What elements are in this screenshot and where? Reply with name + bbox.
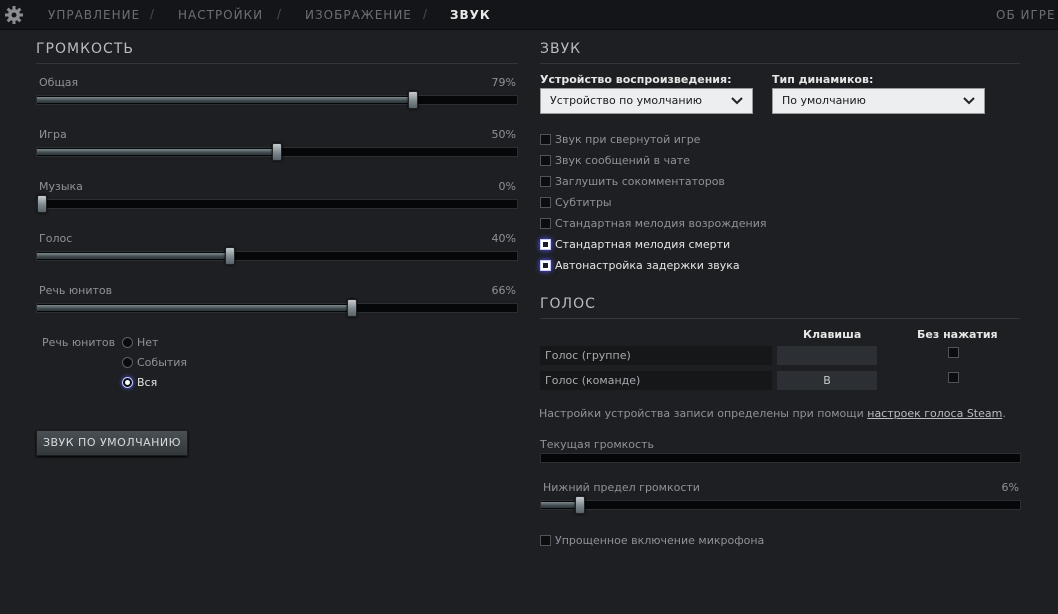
radio-none[interactable] — [122, 337, 133, 348]
chat-sound-checkbox[interactable] — [540, 155, 551, 166]
voice-team-no-press-checkbox[interactable] — [948, 372, 959, 383]
voice-volume-slider[interactable] — [36, 247, 518, 265]
game-volume-knob[interactable] — [272, 143, 282, 161]
radio-all[interactable] — [122, 377, 133, 388]
subtitles-label[interactable]: Субтитры — [555, 196, 612, 209]
music-volume-knob[interactable] — [37, 195, 47, 213]
top-nav-bar: УПРАВЛЕНИЕ / НАСТРОЙКИ / ИЗОБРАЖЕНИЕ / З… — [0, 0, 1058, 30]
threshold-knob[interactable] — [575, 496, 585, 514]
playback-device-select[interactable]: Устройство по умолчанию — [540, 88, 753, 114]
threshold-fill — [541, 502, 579, 508]
playback-device-label: Устройство воспроизведения: — [540, 73, 732, 86]
threshold-slider[interactable] — [540, 496, 1021, 514]
master-volume-slider[interactable] — [36, 91, 518, 109]
default-sound-button[interactable]: ЗВУК ПО УМОЛЧАНИЮ — [36, 430, 188, 456]
voice-section-title: ГОЛОС — [540, 296, 596, 312]
speaker-type-value: По умолчанию — [782, 94, 866, 107]
master-volume-label: Общая — [39, 76, 79, 89]
voice-volume-label: Голос — [39, 232, 73, 245]
key-column-header: Клавиша — [803, 328, 862, 341]
default-death-melody-label[interactable]: Стандартная мелодия смерти — [555, 238, 730, 251]
voice-team-row: Голос (команде) — [540, 371, 772, 390]
unit-speech-volume-value: 66% — [491, 284, 516, 297]
music-volume-slider[interactable] — [36, 195, 518, 213]
voice-party-row: Голос (группе) — [540, 346, 772, 365]
no-press-column-header: Без нажатия — [917, 328, 998, 341]
minimized-sound-label[interactable]: Звук при свернутой игре — [555, 133, 700, 146]
voice-team-key[interactable]: B — [777, 371, 877, 390]
tab-video[interactable]: ИЗОБРАЖЕНИЕ — [305, 8, 412, 22]
unit-speech-volume-slider[interactable] — [36, 299, 518, 317]
threshold-label: Нижний предел громкости — [543, 481, 700, 494]
radio-none-label[interactable]: Нет — [137, 336, 158, 349]
nav-separator: / — [277, 7, 282, 21]
about-game-link[interactable]: ОБ ИГРЕ — [996, 8, 1056, 22]
radio-all-label[interactable]: Вся — [137, 376, 157, 389]
voice-party-no-press-checkbox[interactable] — [948, 347, 959, 358]
voice-party-key[interactable] — [777, 346, 877, 365]
nav-separator: / — [423, 7, 428, 21]
default-respawn-melody-label[interactable]: Стандартная мелодия возрождения — [555, 217, 767, 230]
record-device-end: . — [1002, 407, 1006, 420]
game-volume-value: 50% — [491, 128, 516, 141]
record-device-text: Настройки устройства записи определены п… — [539, 407, 868, 420]
master-volume-value: 79% — [491, 76, 516, 89]
minimized-sound-checkbox[interactable] — [540, 134, 551, 145]
radio-events[interactable] — [122, 357, 133, 368]
auto-audio-delay-label[interactable]: Автонастройка задержки звука — [555, 259, 740, 272]
divider — [36, 63, 518, 64]
radio-events-label[interactable]: События — [137, 356, 187, 369]
tab-settings[interactable]: НАСТРОЙКИ — [178, 8, 263, 22]
tab-sound[interactable]: ЗВУК — [450, 8, 491, 22]
unit-speech-volume-knob[interactable] — [347, 299, 357, 317]
divider — [540, 63, 1020, 64]
steam-voice-settings-link[interactable]: настроек голоса Steam — [867, 407, 1002, 420]
subtitles-checkbox[interactable] — [540, 197, 551, 208]
unit-speech-volume-label: Речь юнитов — [39, 284, 113, 297]
master-volume-knob[interactable] — [408, 91, 418, 109]
unit-speech-volume-fill — [37, 305, 351, 311]
playback-device-value: Устройство по умолчанию — [550, 94, 703, 107]
voice-volume-fill — [37, 253, 229, 259]
game-volume-fill — [37, 149, 276, 155]
divider — [540, 318, 1020, 319]
current-volume-meter — [540, 453, 1021, 463]
mute-cocasters-checkbox[interactable] — [540, 176, 551, 187]
chevron-down-icon — [963, 97, 975, 105]
music-volume-label: Музыка — [39, 180, 83, 193]
game-volume-slider[interactable] — [36, 143, 518, 161]
sound-section-title: ЗВУК — [540, 41, 582, 57]
auto-audio-delay-checkbox[interactable] — [540, 260, 551, 271]
default-respawn-melody-checkbox[interactable] — [540, 218, 551, 229]
simplified-mic-checkbox[interactable] — [540, 535, 551, 546]
voice-volume-knob[interactable] — [225, 247, 235, 265]
tab-controls[interactable]: УПРАВЛЕНИЕ — [48, 8, 140, 22]
chat-sound-label[interactable]: Звук сообщений в чате — [555, 154, 690, 167]
nav-separator: / — [150, 7, 155, 21]
music-volume-value: 0% — [498, 180, 516, 193]
threshold-value: 6% — [1001, 481, 1019, 494]
current-volume-label: Текущая громкость — [540, 438, 654, 451]
master-volume-fill — [37, 97, 412, 103]
mute-cocasters-label[interactable]: Заглушить сокомментаторов — [555, 175, 725, 188]
record-device-note: Настройки устройства записи определены п… — [539, 407, 1006, 420]
voice-volume-value: 40% — [491, 232, 516, 245]
speaker-type-select[interactable]: По умолчанию — [772, 88, 985, 114]
speaker-type-label: Тип динамиков: — [772, 73, 874, 86]
simplified-mic-label[interactable]: Упрощенное включение микрофона — [555, 534, 764, 547]
game-volume-label: Игра — [39, 128, 67, 141]
gear-icon[interactable] — [4, 5, 24, 25]
default-death-melody-checkbox[interactable] — [540, 239, 551, 250]
chevron-down-icon — [731, 97, 743, 105]
unit-speech-label: Речь юнитов — [42, 336, 116, 349]
volume-section-title: ГРОМКОСТЬ — [36, 41, 134, 57]
